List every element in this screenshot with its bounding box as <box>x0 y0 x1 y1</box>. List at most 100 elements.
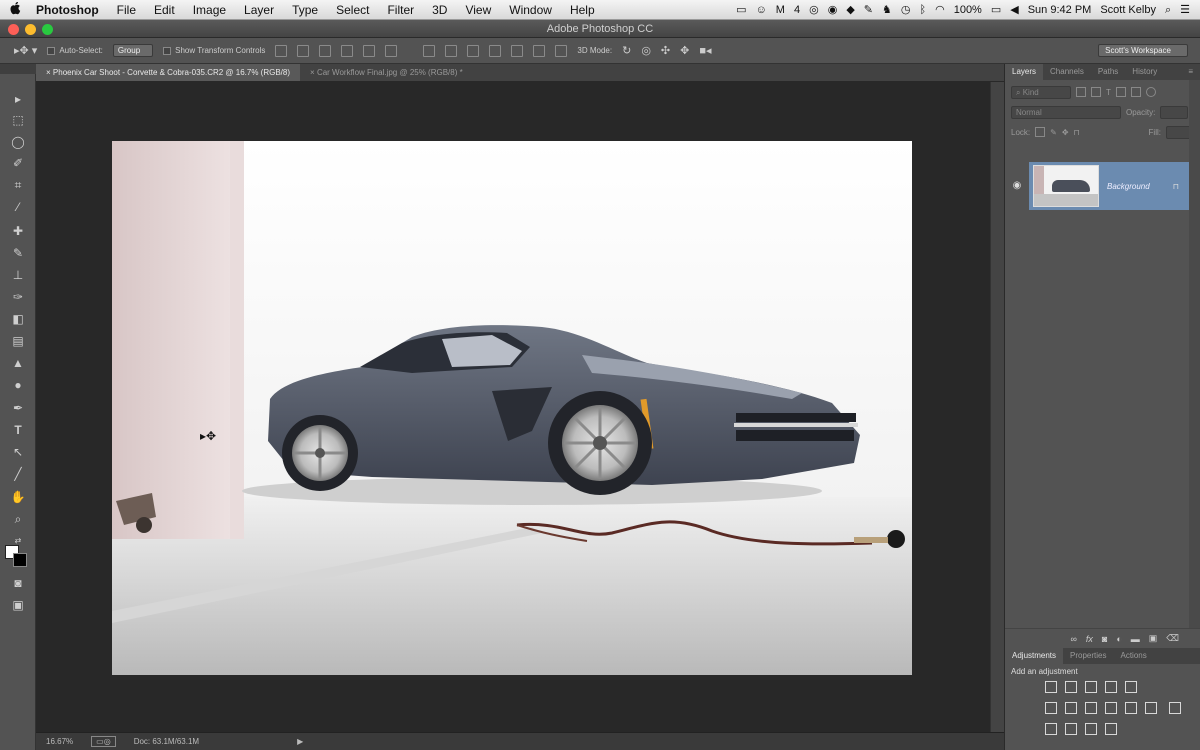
filter-toggle-icon[interactable] <box>1145 87 1156 97</box>
filter-shape-icon[interactable] <box>1115 87 1126 97</box>
apple-menu-icon[interactable] <box>0 1 30 18</box>
lock-transparent-icon[interactable] <box>1035 127 1046 137</box>
notification-center-icon[interactable]: ☰ <box>1180 0 1190 20</box>
photo-filter-icon[interactable] <box>1105 702 1117 714</box>
gradient-map-icon[interactable] <box>1085 723 1097 735</box>
rotate-3d-icon[interactable]: ↻ <box>622 44 631 57</box>
new-group-icon[interactable]: ▬ <box>1131 634 1140 644</box>
brightness-contrast-icon[interactable] <box>1045 681 1057 693</box>
lock-position-icon[interactable]: ✥ <box>1062 128 1069 137</box>
distribute-right-icon[interactable] <box>533 44 546 57</box>
posterize-icon[interactable] <box>1045 723 1057 735</box>
distribute-hcenter-icon[interactable] <box>511 44 524 57</box>
eraser-tool-icon[interactable]: ◧ <box>8 310 28 328</box>
healing-brush-tool-icon[interactable]: ✚ <box>8 222 28 240</box>
canvas-vertical-scrollbar[interactable] <box>990 82 1004 732</box>
status-menu-arrow-icon[interactable]: ▶ <box>297 737 303 746</box>
layer-row-background[interactable]: ◉ Background ⊓ <box>1005 162 1189 210</box>
align-top-icon[interactable] <box>275 44 288 57</box>
blend-mode-dropdown[interactable]: Normal <box>1011 105 1121 119</box>
tab-actions[interactable]: Actions <box>1114 648 1154 664</box>
minimize-window-button[interactable] <box>25 24 36 35</box>
color-balance-icon[interactable] <box>1065 702 1077 714</box>
user-label[interactable]: Scott Kelby <box>1100 0 1156 20</box>
menu-type[interactable]: Type <box>283 0 327 20</box>
auto-align-icon[interactable] <box>555 44 568 57</box>
hand-tool-icon[interactable]: ✋ <box>8 488 28 506</box>
zoom-level[interactable]: 16.67% <box>46 737 73 746</box>
selective-color-icon[interactable] <box>1105 723 1117 735</box>
align-vcenter-icon[interactable] <box>297 44 310 57</box>
tab-phoenix-car-shoot[interactable]: × Phoenix Car Shoot - Corvette & Cobra-0… <box>36 64 301 81</box>
menu-app-photoshop[interactable]: Photoshop <box>30 0 108 20</box>
quick-mask-icon[interactable]: ◙ <box>8 574 28 592</box>
type-tool-icon[interactable]: T <box>8 421 28 439</box>
filter-smart-object-icon[interactable] <box>1130 87 1141 97</box>
auto-select-mode-dropdown[interactable]: Group <box>112 44 154 57</box>
zoom-tool-icon[interactable]: ⌕ <box>8 510 28 528</box>
marquee-tool-icon[interactable]: ⬚ <box>8 111 28 129</box>
gradient-tool-icon[interactable]: ▤ <box>8 332 28 350</box>
screen-mode-icon[interactable]: ▣ <box>8 596 28 614</box>
lasso-tool-icon[interactable]: ◯ <box>8 133 28 151</box>
tab-close-icon[interactable]: × <box>310 68 317 77</box>
vibrance-icon[interactable] <box>1125 681 1137 693</box>
tab-paths[interactable]: Paths <box>1091 64 1125 80</box>
panel-menu-icon[interactable]: ≡ <box>1181 64 1200 80</box>
dropbox-icon[interactable]: ◆ <box>846 0 854 20</box>
color-lookup-icon[interactable] <box>1145 702 1157 714</box>
auto-select-checkbox[interactable]: Auto-Select: <box>47 46 103 55</box>
show-transform-checkbox[interactable]: Show Transform Controls <box>163 46 265 55</box>
menu-edit[interactable]: Edit <box>145 0 184 20</box>
workspace-dropdown[interactable]: Scott's Workspace <box>1098 44 1188 57</box>
line-tool-icon[interactable]: ╱ <box>8 465 28 483</box>
quick-selection-tool-icon[interactable]: ✐ <box>8 154 28 172</box>
screen-icon[interactable]: ▭ <box>736 0 746 20</box>
tab-adjustments[interactable]: Adjustments <box>1005 648 1064 664</box>
channel-mixer-icon[interactable] <box>1125 702 1137 714</box>
tab-channels[interactable]: Channels <box>1043 64 1091 80</box>
align-right-icon[interactable] <box>385 44 398 57</box>
volume-icon[interactable]: ◀ <box>1010 0 1018 20</box>
status-icon[interactable]: ▭◎ <box>91 736 116 747</box>
distribute-top-icon[interactable] <box>423 44 436 57</box>
mail-icon[interactable]: M <box>776 0 785 20</box>
document-canvas-image[interactable]: ▸✥ <box>112 141 912 675</box>
zoom-window-button[interactable] <box>42 24 53 35</box>
hue-saturation-icon[interactable] <box>1045 702 1057 714</box>
exposure-icon[interactable] <box>1105 681 1117 693</box>
finder-icon[interactable]: ☺ <box>756 0 767 20</box>
battery-icon[interactable]: ▭ <box>991 0 1001 20</box>
menu-view[interactable]: View <box>456 0 500 20</box>
layer-kind-dropdown[interactable]: ⌕ Kind <box>1011 85 1071 99</box>
opacity-input[interactable] <box>1160 105 1189 119</box>
path-selection-tool-icon[interactable]: ↖ <box>8 443 28 461</box>
filter-adjustment-icon[interactable] <box>1091 87 1101 97</box>
clone-stamp-tool-icon[interactable]: ⊥ <box>8 266 28 284</box>
filter-pixel-icon[interactable] <box>1076 87 1086 97</box>
delete-layer-icon[interactable]: ⌫ <box>1166 633 1179 644</box>
align-left-icon[interactable] <box>341 44 354 57</box>
time-machine-icon[interactable]: ◷ <box>901 0 911 20</box>
layers-scrollbar[interactable] <box>1189 80 1200 628</box>
menu-select[interactable]: Select <box>327 0 378 20</box>
tab-layers[interactable]: Layers <box>1005 64 1044 80</box>
visibility-eye-icon[interactable]: ◉ <box>1005 162 1029 210</box>
tab-history[interactable]: History <box>1125 64 1164 80</box>
wifi-icon[interactable]: ◠ <box>935 0 945 20</box>
chrome-icon[interactable]: ◉ <box>828 0 838 20</box>
distribute-left-icon[interactable] <box>489 44 502 57</box>
menu-image[interactable]: Image <box>184 0 235 20</box>
menu-file[interactable]: File <box>108 0 145 20</box>
menu-filter[interactable]: Filter <box>378 0 423 20</box>
bluetooth-icon[interactable]: ᛒ <box>919 0 926 20</box>
black-white-icon[interactable] <box>1085 702 1097 714</box>
distribute-vcenter-icon[interactable] <box>445 44 458 57</box>
drag-3d-icon[interactable]: ✣ <box>661 44 670 57</box>
align-hcenter-icon[interactable] <box>363 44 376 57</box>
tab-close-icon[interactable]: × <box>46 68 53 77</box>
invert-icon[interactable] <box>1169 702 1181 714</box>
distribute-bottom-icon[interactable] <box>467 44 480 57</box>
menu-layer[interactable]: Layer <box>235 0 283 20</box>
dodge-tool-icon[interactable]: ● <box>8 376 28 394</box>
